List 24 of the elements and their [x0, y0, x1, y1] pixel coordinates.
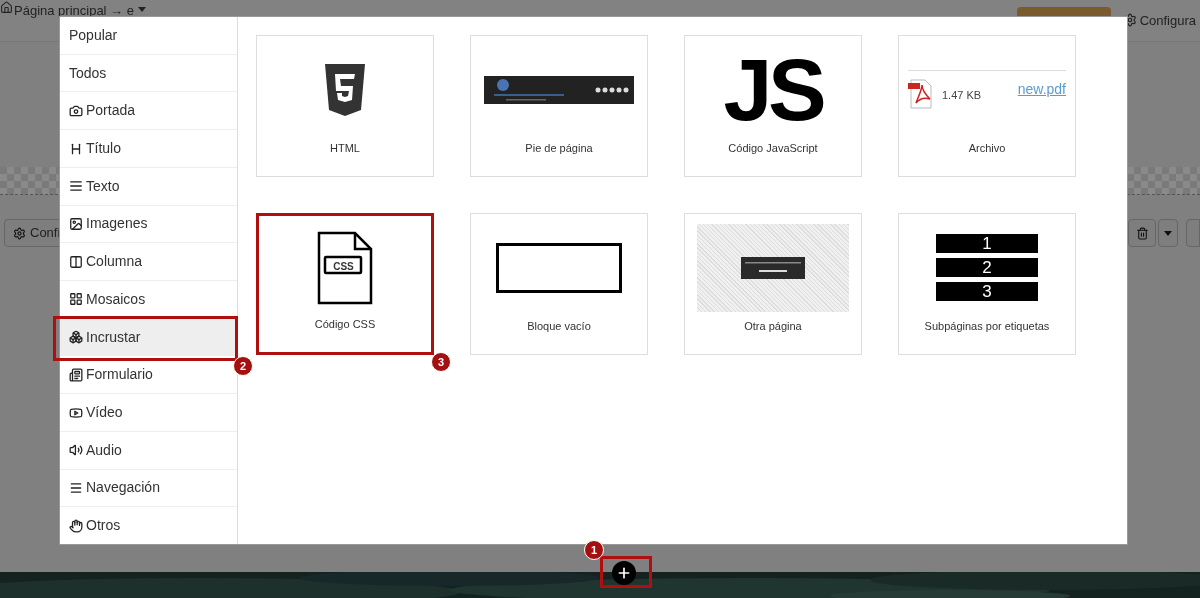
- numbered-bar: 3: [936, 282, 1038, 302]
- file-size: 1.47 KB: [942, 88, 982, 104]
- numbered-bar: 2: [936, 258, 1038, 278]
- block-card[interactable]: 1 2 3 Subpáginas por etiquetas: [898, 213, 1076, 355]
- block-label: Otra página: [744, 318, 802, 334]
- block-card[interactable]: JS Código JavaScript: [684, 35, 862, 177]
- block-label: Subpáginas por etiquetas: [924, 318, 1050, 334]
- block-card[interactable]: Bloque vacío: [470, 213, 648, 355]
- block-label: Archivo: [968, 140, 1006, 156]
- settings-link[interactable]: Configura: [1139, 11, 1196, 31]
- category-item[interactable]: Incrustar: [60, 318, 237, 357]
- block-card[interactable]: CSS Código CSS: [256, 213, 434, 355]
- js-logo: JS: [723, 45, 823, 134]
- block-card[interactable]: Pie de página: [470, 35, 648, 177]
- block-card[interactable]: Otra página: [684, 213, 862, 355]
- block-label: Bloque vacío: [527, 318, 591, 334]
- numbered-bar: 1: [936, 234, 1038, 254]
- block-label: HTML: [330, 140, 360, 156]
- block-label: Pie de página: [525, 140, 593, 156]
- block-label: Código CSS: [314, 316, 376, 332]
- css-file-icon: CSS: [315, 230, 375, 305]
- block-label: Código JavaScript: [728, 140, 818, 156]
- block-card[interactable]: 1.47 KB new.pdf Archivo: [898, 35, 1076, 177]
- block-card[interactable]: HTML: [256, 35, 434, 177]
